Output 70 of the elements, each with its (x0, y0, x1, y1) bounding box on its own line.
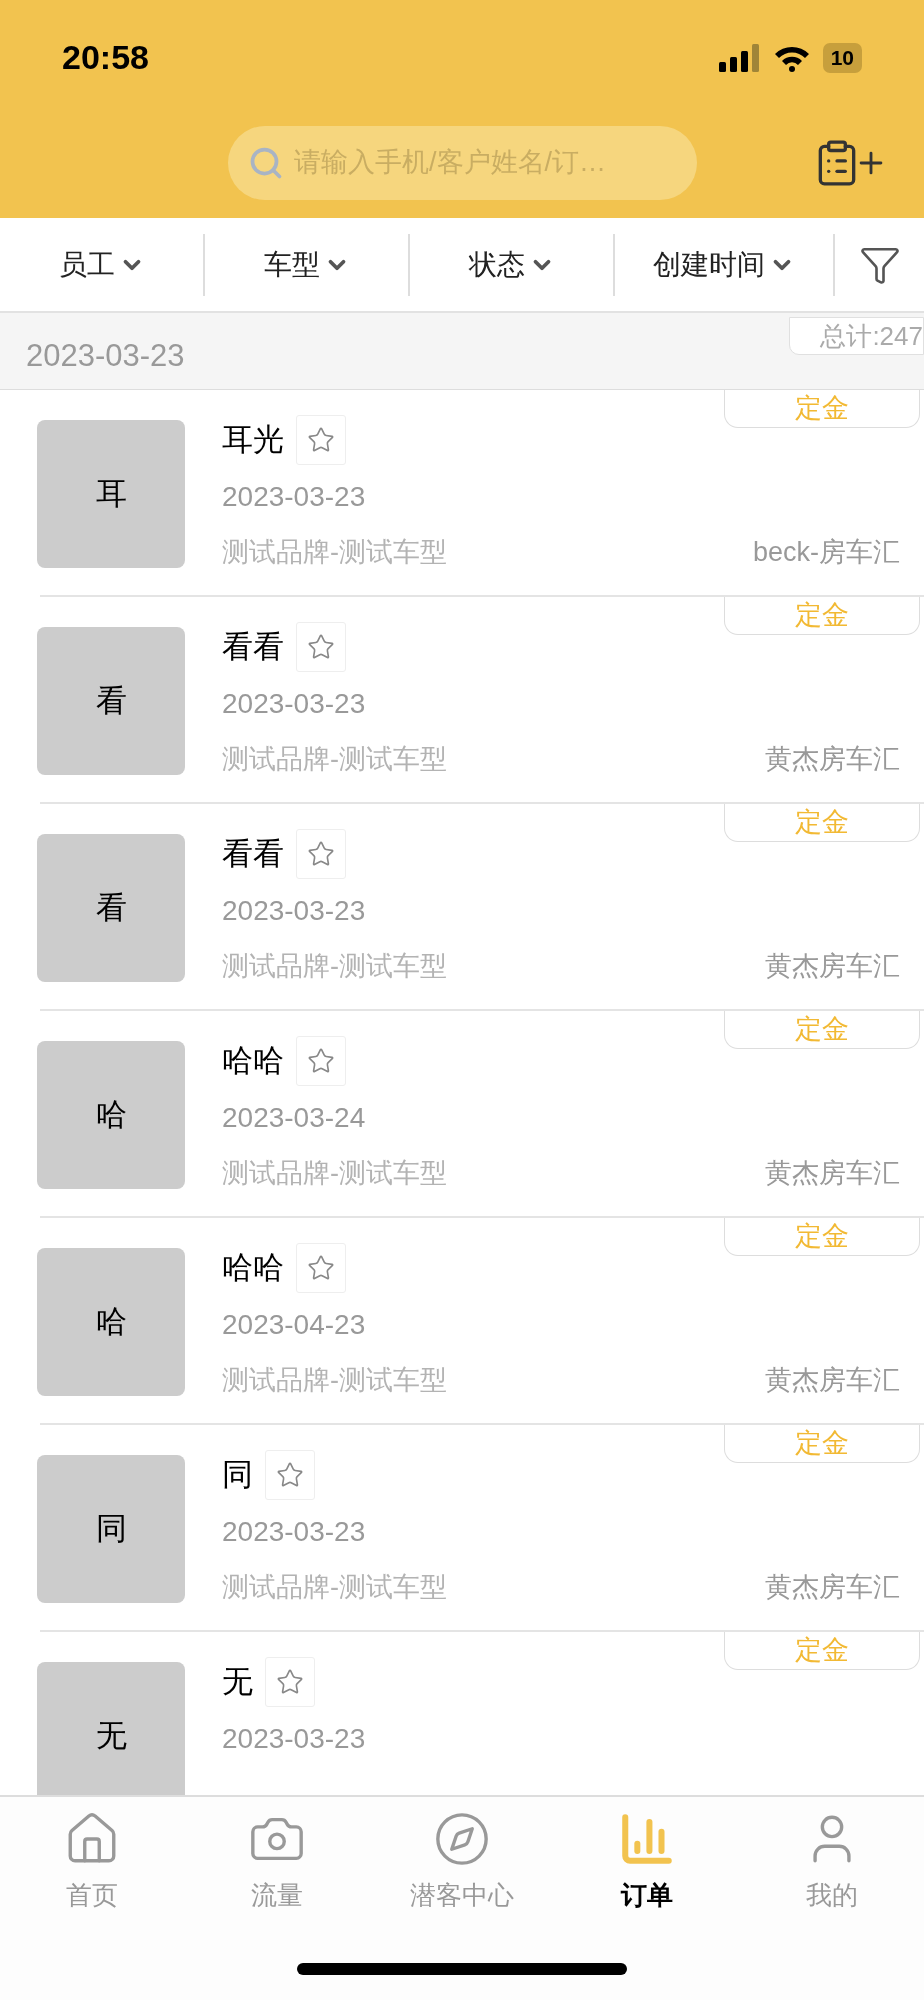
customer-name: 耳光 (222, 420, 284, 459)
avatar: 看 (37, 627, 185, 775)
order-date: 2023-03-24 (222, 1101, 367, 1135)
star-icon (307, 840, 335, 868)
favorite-button[interactable] (296, 1036, 346, 1086)
favorite-button[interactable] (265, 1657, 315, 1707)
customer-name: 看看 (222, 627, 284, 666)
customer-name: 无 (222, 1662, 253, 1701)
store-name: 黄杰房车汇 (765, 1571, 900, 1604)
order-card[interactable]: 定金 哈 哈哈 2023-04-23 测试品牌-测试车型 黄杰房车汇 (40, 1218, 924, 1425)
order-date: 2023-03-23 (222, 480, 367, 514)
store-name: 黄杰房车汇 (765, 743, 900, 776)
favorite-button[interactable] (296, 829, 346, 879)
status-time: 20:58 (62, 37, 149, 78)
store-name: 黄杰房车汇 (765, 1157, 900, 1190)
status-badge: 定金 (724, 1632, 920, 1670)
star-icon (307, 633, 335, 661)
car-model: 测试品牌-测试车型 (222, 743, 447, 776)
filter-dropdown[interactable]: 状态 (410, 233, 615, 296)
customer-name: 看看 (222, 834, 284, 873)
filter-dropdown[interactable]: 创建时间 (615, 233, 835, 296)
customer-name: 哈哈 (222, 1041, 284, 1080)
status-badge: 定金 (724, 1218, 920, 1256)
star-icon (307, 1254, 335, 1282)
favorite-button[interactable] (296, 622, 346, 672)
order-date: 2023-04-23 (222, 1308, 367, 1342)
status-badge: 定金 (724, 390, 920, 428)
favorite-button[interactable] (265, 1450, 315, 1500)
order-card[interactable]: 定金 看 看看 2023-03-23 测试品牌-测试车型 黄杰房车汇 (40, 597, 924, 804)
car-model: 测试品牌-测试车型 (222, 1571, 447, 1604)
customer-name: 同 (222, 1455, 253, 1494)
favorite-button[interactable] (296, 1243, 346, 1293)
avatar: 无 (37, 1662, 185, 1795)
avatar: 同 (37, 1455, 185, 1603)
battery-level: 10 (822, 42, 862, 73)
favorite-button[interactable] (296, 415, 346, 465)
group-date: 2023-03-23 (26, 337, 185, 375)
signal-icon (718, 43, 761, 72)
order-date: 2023-03-23 (222, 1722, 367, 1756)
star-icon (276, 1668, 304, 1696)
status-badge: 定金 (724, 1011, 920, 1049)
car-model: 测试品牌-测试车型 (222, 1364, 447, 1397)
order-date: 2023-03-23 (222, 894, 367, 928)
order-date: 2023-03-23 (222, 687, 367, 721)
store-name: 黄杰房车汇 (765, 1364, 900, 1397)
order-card[interactable]: 定金 同 同 2023-03-23 测试品牌-测试车型 黄杰房车汇 (40, 1425, 924, 1632)
avatar: 哈 (37, 1041, 185, 1189)
star-icon (276, 1461, 304, 1489)
car-model: 测试品牌-测试车型 (222, 536, 447, 569)
status-badge: 定金 (724, 597, 920, 635)
star-icon (307, 426, 335, 454)
order-date: 2023-03-23 (222, 1515, 367, 1549)
avatar: 哈 (37, 1248, 185, 1396)
avatar: 看 (37, 834, 185, 982)
avatar: 耳 (37, 420, 185, 568)
order-card[interactable]: 定金 耳 耳光 2023-03-23 测试品牌-测试车型 beck-房车汇 (40, 390, 924, 597)
status-badge: 定金 (724, 1425, 920, 1463)
order-card[interactable]: 定金 看 看看 2023-03-23 测试品牌-测试车型 黄杰房车汇 (40, 804, 924, 1011)
filter-dropdown[interactable]: 员工 (0, 233, 205, 296)
total-count: 总计:247 (789, 317, 924, 355)
store-name: 黄杰房车汇 (765, 950, 900, 983)
customer-name: 哈哈 (222, 1248, 284, 1287)
star-icon (307, 1047, 335, 1075)
car-model: 测试品牌-测试车型 (222, 950, 447, 983)
tab-item[interactable]: 订单 (554, 1809, 740, 1915)
filter-dropdown[interactable]: 车型 (205, 233, 410, 296)
order-card[interactable]: 定金 哈 哈哈 2023-03-24 测试品牌-测试车型 黄杰房车汇 (40, 1011, 924, 1218)
status-badge: 定金 (724, 804, 920, 842)
car-model: 测试品牌-测试车型 (222, 1157, 447, 1190)
store-name: beck-房车汇 (752, 536, 900, 569)
